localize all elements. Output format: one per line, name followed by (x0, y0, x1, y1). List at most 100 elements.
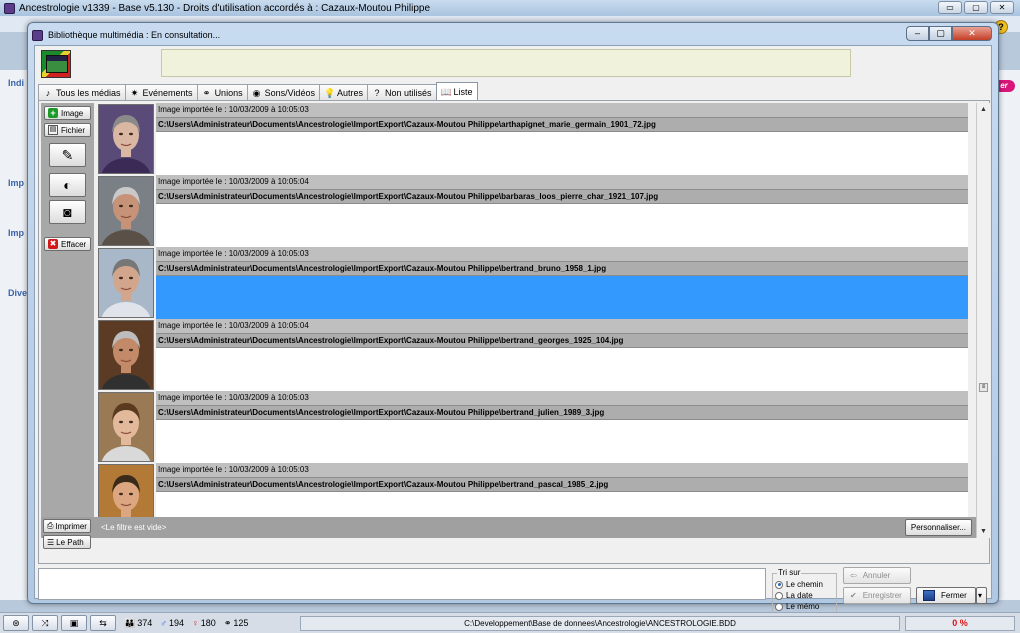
unions-icon: ⚭ (223, 617, 232, 628)
portrait-thumbnail[interactable] (98, 104, 154, 174)
status-button-web[interactable]: ⊛ (3, 615, 29, 631)
record-memo[interactable] (156, 347, 968, 391)
scanner-button[interactable]: ✎ (49, 143, 86, 167)
tab-tous-les-m-dias[interactable]: ♪ Tous les médias (38, 84, 126, 100)
record-memo[interactable] (156, 131, 968, 175)
close-dropdown-button[interactable]: ▾ (976, 587, 987, 604)
scanner-icon: ✎ (61, 147, 74, 163)
record-memo[interactable] (156, 491, 968, 517)
scroll-grip-icon[interactable]: ≡ (979, 383, 988, 392)
tab-label: Evénements (142, 87, 193, 98)
status-bar: ⊛ ⤨ ▣ ⇆ 👪 374 ♂ 194 ♀ 180 ⚭ 125 C:\Devel… (0, 612, 1020, 633)
tab-liste[interactable]: 📖 Liste (435, 82, 478, 100)
media-record[interactable]: Image importée le : 10/03/2009 à 10:05:0… (96, 391, 976, 463)
left-panel-label: Dive (8, 288, 28, 298)
tab-autres[interactable]: 💡 Autres (318, 84, 368, 100)
media-list-panel: + Image ▤ Fichier ✎ ◐ ◙ ✖ Effacer Image … (38, 100, 990, 564)
close-label: Fermer (941, 591, 967, 600)
cancel-icon: ⇦ (850, 571, 857, 580)
radio-indicator (775, 591, 783, 600)
sort-by-path-radio[interactable]: Le chemin (775, 580, 823, 589)
scroll-up-icon[interactable]: ▲ (977, 103, 990, 116)
tab-ev-nements[interactable]: ✷ Evénements (124, 84, 198, 100)
import-date: Image importée le : 10/03/2009 à 10:05:0… (156, 175, 968, 189)
portrait-thumbnail[interactable] (98, 320, 154, 390)
women-count: ♀ 180 (192, 618, 216, 628)
records-scrollbar[interactable]: ▲ ≡ ▼ (976, 103, 990, 538)
close-button[interactable]: Fermer (916, 587, 976, 604)
family-icon: 👪 (124, 617, 136, 628)
app-title: Ancestrologie v1339 - Base v5.130 - Droi… (19, 2, 431, 14)
tab-sons-vid-os[interactable]: ◉ Sons/Vidéos (246, 84, 320, 100)
app-minimize-button[interactable]: ▭ (938, 1, 962, 14)
file-path: C:\Users\Administrateur\Documents\Ancest… (156, 333, 968, 347)
media-record[interactable]: Image importée le : 10/03/2009 à 10:05:0… (96, 103, 976, 175)
radio-indicator (775, 580, 783, 589)
import-date: Image importée le : 10/03/2009 à 10:05:0… (156, 103, 968, 117)
path-button[interactable]: ☰ Le Path (43, 535, 91, 549)
tab-label: Tous les médias (56, 87, 121, 98)
filter-bar: <Le filtre est vide> Personnaliser... (41, 517, 976, 538)
save-button[interactable]: ✔ Enregistrer (843, 587, 911, 604)
app-close-button[interactable]: ✕ (990, 1, 1014, 14)
file-path: C:\Users\Administrateur\Documents\Ancest… (156, 117, 968, 131)
sort-by-date-radio[interactable]: La date (775, 591, 813, 600)
events-icon: ✷ (130, 87, 139, 98)
save-label: Enregistrer (862, 591, 902, 600)
status-button-swap[interactable]: ⇆ (90, 615, 116, 631)
portrait-thumbnail[interactable] (98, 464, 154, 517)
portrait-thumbnail[interactable] (98, 392, 154, 462)
tab-label: Unions (214, 87, 243, 98)
status-button-window[interactable]: ▣ (61, 615, 87, 631)
media-tabs: ♪ Tous les médias ✷ Evénements ⚭ Unions ◉ Sons/… (38, 82, 478, 100)
bottom-memo-field[interactable] (38, 568, 766, 600)
tab-unions[interactable]: ⚭ Unions (196, 84, 248, 100)
sort-by-memo-radio[interactable]: Le mémo (775, 602, 819, 611)
dialog-maximize-button[interactable]: ▢ (929, 26, 952, 41)
dialog-title-bar: Bibliothèque multimédia : En consultatio… (32, 27, 220, 43)
portrait-thumbnail[interactable] (98, 176, 154, 246)
add-image-label: Image (61, 108, 84, 118)
file-path: C:\Users\Administrateur\Documents\Ancest… (156, 405, 968, 419)
dialog-close-button[interactable]: ✕ (952, 26, 992, 41)
app-maximize-button[interactable]: ▢ (964, 1, 988, 14)
import-date: Image importée le : 10/03/2009 à 10:05:0… (156, 319, 968, 333)
record-memo[interactable] (156, 275, 968, 319)
file-path: C:\Users\Administrateur\Documents\Ancest… (156, 261, 968, 275)
media-memo-field[interactable] (161, 49, 851, 77)
add-image-button[interactable]: + Image (44, 106, 91, 120)
customize-button[interactable]: Personnaliser... (904, 519, 972, 536)
print-button[interactable]: ⎙ Imprimer (43, 519, 91, 533)
record-memo[interactable] (156, 419, 968, 463)
media-record[interactable]: Image importée le : 10/03/2009 à 10:05:0… (96, 175, 976, 247)
cancel-button[interactable]: ⇦ Annuler (843, 567, 911, 584)
filter-status: <Le filtre est vide> (101, 523, 167, 532)
delete-label: Effacer (61, 239, 87, 249)
male-icon: ♂ (160, 618, 167, 628)
record-memo[interactable] (156, 203, 968, 247)
record-details: Image importée le : 10/03/2009 à 10:05:0… (156, 391, 968, 463)
app-title-bar: Ancestrologie v1339 - Base v5.130 - Droi… (0, 0, 1020, 16)
dialog-minimize-button[interactable]: – (906, 26, 929, 41)
individuals-count: 👪 374 (124, 618, 152, 629)
media-record[interactable]: Image importée le : 10/03/2009 à 10:05:0… (96, 463, 976, 517)
record-details: Image importée le : 10/03/2009 à 10:05:0… (156, 463, 968, 517)
database-path: C:\Developpement\Base de donnees\Ancestr… (300, 616, 900, 631)
delete-button[interactable]: ✖ Effacer (44, 237, 91, 251)
add-file-button[interactable]: ▤ Fichier (44, 123, 91, 137)
webcam-button[interactable]: ◐ (49, 173, 86, 197)
tab-label: Non utilisés (384, 87, 432, 98)
left-panel-label: Indi (8, 78, 24, 88)
media-record[interactable]: Image importée le : 10/03/2009 à 10:05:0… (96, 247, 976, 319)
tab-non-utilis-s[interactable]: ? Non utilisés (366, 84, 437, 100)
sounds-videos-icon: ◉ (252, 87, 261, 98)
status-button-shuffle[interactable]: ⤨ (32, 615, 58, 631)
left-panel-label: Imp (8, 178, 25, 188)
portrait-thumbnail[interactable] (98, 248, 154, 318)
import-date: Image importée le : 10/03/2009 à 10:05:0… (156, 391, 968, 405)
camera-button[interactable]: ◙ (49, 200, 86, 224)
media-record[interactable]: Image importée le : 10/03/2009 à 10:05:0… (96, 319, 976, 391)
scroll-down-icon[interactable]: ▼ (977, 525, 990, 538)
background-left-panel: Indi Imp Imp Dive (0, 70, 30, 600)
top-panel (35, 46, 991, 82)
